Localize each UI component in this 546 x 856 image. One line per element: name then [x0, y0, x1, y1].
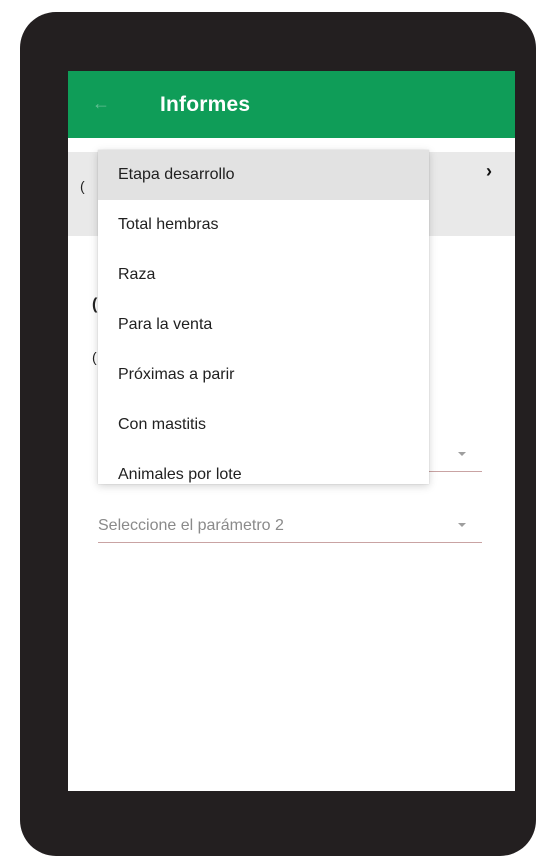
chevron-right-icon: › [486, 161, 492, 181]
section-heading-fragment: ( [92, 296, 98, 313]
menu-item-animales-por-lote[interactable]: Animales por lote [98, 450, 429, 500]
menu-item-para-la-venta[interactable]: Para la venta [98, 300, 429, 350]
app-bar: ← Informes [68, 71, 515, 138]
row-text-fragment: ( [80, 178, 85, 194]
page-title: Informes [160, 93, 251, 116]
menu-item-proximas-a-parir[interactable]: Próximas a parir [98, 350, 429, 400]
menu-item-etapa-desarrollo[interactable]: Etapa desarrollo [98, 150, 429, 200]
arrow-left-icon[interactable]: ← [92, 91, 112, 115]
dropdown-arrow-icon[interactable] [458, 452, 466, 456]
menu-item-total-hembras[interactable]: Total hembras [98, 200, 429, 250]
param2-underline [98, 542, 482, 543]
dropdown-menu: Etapa desarrollo Total hembras Raza Para… [98, 150, 429, 484]
dropdown-arrow-icon[interactable] [458, 523, 466, 527]
label-fragment: ( [92, 349, 97, 365]
menu-item-con-mastitis[interactable]: Con mastitis [98, 400, 429, 450]
menu-item-raza[interactable]: Raza [98, 250, 429, 300]
param2-select[interactable]: Seleccione el parámetro 2 [98, 517, 284, 535]
device-frame: ← Informes › ( ( ( Seleccione el parámet… [20, 12, 536, 856]
app-screen: ← Informes › ( ( ( Seleccione el parámet… [68, 71, 515, 791]
